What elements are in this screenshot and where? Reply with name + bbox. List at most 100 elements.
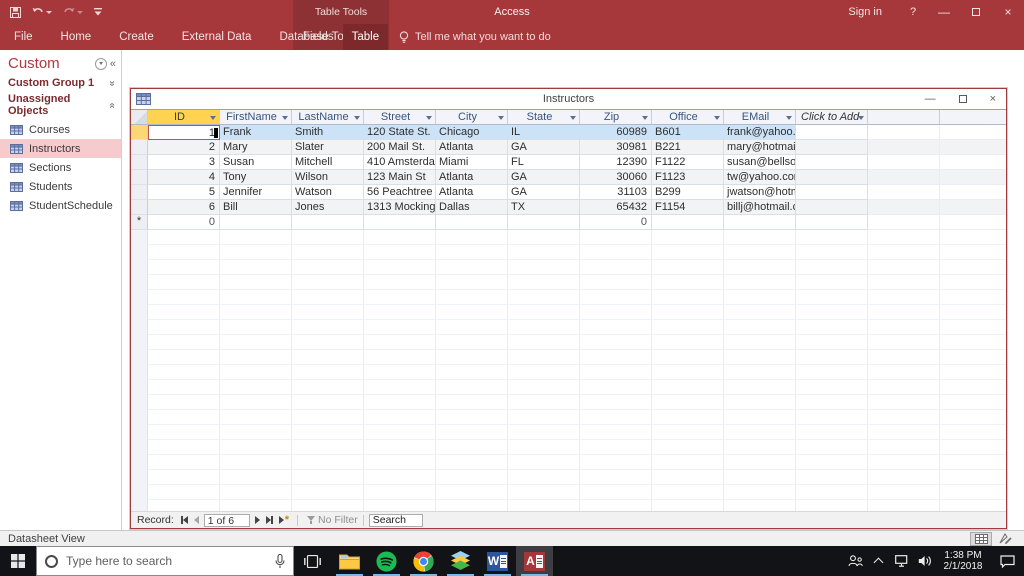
cell-office[interactable]: F1123	[652, 170, 724, 185]
cell-id[interactable]: 3	[148, 155, 220, 170]
table-close-button[interactable]: ×	[990, 93, 996, 105]
cell-click-to-add[interactable]	[796, 185, 868, 200]
cell-lastname[interactable]: Jones	[292, 200, 364, 215]
column-dropdown-icon[interactable]	[426, 116, 432, 120]
column-header-lastname[interactable]: LastName	[292, 110, 364, 125]
cell-email[interactable]: mary@hotmail	[724, 140, 796, 155]
chevron-down-icon[interactable]: »	[107, 80, 118, 86]
new-record-selector[interactable]: *	[131, 215, 148, 230]
cell-click-to-add[interactable]	[796, 200, 868, 215]
filter-state-button[interactable]: No Filter	[318, 514, 358, 526]
volume-icon[interactable]	[913, 555, 936, 567]
cell-street[interactable]	[364, 215, 436, 230]
cell-firstname[interactable]: Susan	[220, 155, 292, 170]
cell-id[interactable]: 1	[148, 125, 220, 140]
previous-record-button[interactable]	[193, 516, 199, 524]
cell-lastname[interactable]	[292, 215, 364, 230]
column-header-office[interactable]: Office	[652, 110, 724, 125]
cell-email[interactable]: susan@bellsou	[724, 155, 796, 170]
cell-click-to-add[interactable]	[796, 140, 868, 155]
cell-lastname[interactable]: Watson	[292, 185, 364, 200]
cell-street[interactable]: 1313 Mockingb	[364, 200, 436, 215]
cell-click-to-add[interactable]	[796, 170, 868, 185]
column-header-email[interactable]: EMail	[724, 110, 796, 125]
row-selector[interactable]	[131, 170, 148, 185]
cell-state[interactable]: FL	[508, 155, 580, 170]
cell-zip[interactable]: 31103	[580, 185, 652, 200]
design-view-button[interactable]	[994, 532, 1016, 546]
next-record-button[interactable]	[254, 516, 260, 524]
customize-quick-access-icon[interactable]	[94, 7, 102, 17]
row-selector[interactable]	[131, 200, 148, 215]
save-icon[interactable]	[10, 6, 21, 18]
sign-in-button[interactable]: Sign in	[832, 0, 898, 24]
redo-dropdown-icon[interactable]	[77, 10, 83, 14]
help-button[interactable]: ?	[898, 0, 928, 24]
cell-zip[interactable]: 12390	[580, 155, 652, 170]
column-header-firstname[interactable]: FirstName	[220, 110, 292, 125]
spotify-button[interactable]	[368, 546, 405, 576]
cell-email[interactable]: jwatson@hotm	[724, 185, 796, 200]
cell-city[interactable]: Dallas	[436, 200, 508, 215]
cell-lastname[interactable]: Mitchell	[292, 155, 364, 170]
cell-street[interactable]: 120 State St.	[364, 125, 436, 140]
new-record-button[interactable]: *	[278, 515, 289, 526]
cell-zip[interactable]: 30981	[580, 140, 652, 155]
table-maximize-button[interactable]	[958, 95, 967, 103]
column-header-id[interactable]: ID	[148, 110, 220, 125]
cell-lastname[interactable]: Slater	[292, 140, 364, 155]
minimize-button[interactable]: —	[928, 0, 960, 24]
ribbon-tab-table[interactable]: Table	[342, 24, 389, 50]
cell-street[interactable]: 200 Mail St.	[364, 140, 436, 155]
cell-id[interactable]: 4	[148, 170, 220, 185]
chrome-button[interactable]	[405, 546, 442, 576]
cell-firstname[interactable]: Jennifer	[220, 185, 292, 200]
column-dropdown-icon[interactable]	[714, 116, 720, 120]
ribbon-tab-file[interactable]: File	[0, 24, 47, 50]
word-button[interactable]: W	[479, 546, 516, 576]
undo-dropdown-icon[interactable]	[46, 10, 52, 14]
column-dropdown-icon[interactable]	[570, 116, 576, 120]
cell-firstname[interactable]: Frank	[220, 125, 292, 140]
start-button[interactable]	[0, 546, 36, 576]
restore-button[interactable]	[960, 0, 992, 24]
column-dropdown-icon[interactable]	[858, 116, 864, 120]
cell-email[interactable]: billj@hotmail.c	[724, 200, 796, 215]
task-view-button[interactable]	[294, 546, 331, 576]
cell-click-to-add[interactable]	[796, 155, 868, 170]
first-record-button[interactable]	[180, 516, 188, 524]
cell-email[interactable]	[724, 215, 796, 230]
cell-state[interactable]	[508, 215, 580, 230]
table-window-titlebar[interactable]: Instructors — ×	[131, 89, 1006, 110]
column-header-street[interactable]: Street	[364, 110, 436, 125]
cell-id[interactable]: 6	[148, 200, 220, 215]
redo-icon[interactable]	[63, 7, 83, 17]
chevron-up-icon[interactable]: »	[107, 102, 118, 108]
cell-office[interactable]	[652, 215, 724, 230]
shutter-bar-close-icon[interactable]: «	[110, 58, 116, 70]
network-icon[interactable]	[890, 555, 913, 567]
sidebar-item-studentschedule[interactable]: StudentSchedule	[0, 196, 121, 215]
cell-street[interactable]: 410 Amsterdan	[364, 155, 436, 170]
close-button[interactable]: ×	[992, 0, 1024, 24]
cell-lastname[interactable]: Smith	[292, 125, 364, 140]
row-selector[interactable]	[131, 185, 148, 200]
column-dropdown-icon[interactable]	[354, 116, 360, 120]
nav-pane-menu-icon[interactable]	[94, 57, 107, 70]
taskbar-clock[interactable]: 1:38 PM 2/1/2018	[936, 550, 990, 572]
column-header-city[interactable]: City	[436, 110, 508, 125]
sidebar-item-courses[interactable]: Courses	[0, 120, 121, 139]
taskbar-search-box[interactable]: Type here to search	[36, 546, 294, 576]
cell-firstname[interactable]	[220, 215, 292, 230]
cell-office[interactable]: B299	[652, 185, 724, 200]
row-selector[interactable]	[131, 125, 148, 140]
tray-chevron-icon[interactable]	[867, 556, 890, 568]
datasheet-view-button[interactable]	[970, 531, 992, 546]
cell-lastname[interactable]: Wilson	[292, 170, 364, 185]
cell-office[interactable]: F1122	[652, 155, 724, 170]
row-selector[interactable]	[131, 140, 148, 155]
cell-street[interactable]: 123 Main St	[364, 170, 436, 185]
cell-state[interactable]: TX	[508, 200, 580, 215]
column-header-zip[interactable]: Zip	[580, 110, 652, 125]
people-icon[interactable]	[844, 555, 867, 567]
